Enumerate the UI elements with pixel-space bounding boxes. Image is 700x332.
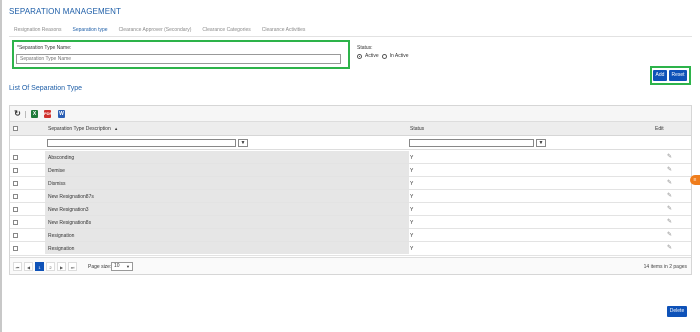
row-description: Resignation xyxy=(48,233,75,239)
grid-pager: ⏮ ◀ 1 2 ▶ ⏭ Page size: 10 ▼ 14 items in … xyxy=(10,257,691,274)
row-description: Demise xyxy=(48,168,65,174)
table-row[interactable]: Dismiss Y ✎ xyxy=(10,177,691,190)
status-active-radio[interactable] xyxy=(357,53,362,59)
separation-type-name-label: *Separation Type Name: xyxy=(17,45,72,51)
description-cell-bg xyxy=(45,177,409,189)
row-checkbox[interactable] xyxy=(13,155,18,160)
pdf-icon[interactable]: PDF xyxy=(44,110,52,118)
row-checkbox[interactable] xyxy=(13,220,18,225)
row-checkbox[interactable] xyxy=(13,246,18,251)
status-inactive-label: In Active xyxy=(389,53,409,59)
edit-icon[interactable]: ✎ xyxy=(667,232,674,238)
row-description: New Resignation87s xyxy=(48,194,94,200)
row-checkbox[interactable] xyxy=(13,207,18,212)
next-page-button[interactable]: ▶ xyxy=(57,262,66,271)
select-all-checkbox[interactable] xyxy=(13,126,18,131)
status-inactive-radio[interactable] xyxy=(381,53,387,59)
row-status: Y xyxy=(410,246,414,252)
description-cell-bg xyxy=(45,190,409,202)
column-header-description-label: Separation Type Description xyxy=(48,126,111,132)
page-button-2[interactable]: 2 xyxy=(46,262,55,271)
description-filter-input[interactable] xyxy=(47,139,236,147)
row-description: New Resignation3 xyxy=(48,207,89,213)
edit-icon[interactable]: ✎ xyxy=(667,206,674,212)
grid-toolbar: ↻ X PDF W xyxy=(10,106,691,122)
row-description: New Resignation8s xyxy=(48,220,92,226)
description-cell-bg xyxy=(45,242,409,254)
row-status: Y xyxy=(410,220,414,226)
description-filter-button[interactable]: ▼ xyxy=(238,139,248,147)
row-status: Y xyxy=(410,207,414,213)
column-header-edit: Edit xyxy=(655,126,664,132)
toolbar-divider xyxy=(25,111,26,118)
excel-icon[interactable]: X xyxy=(31,110,38,118)
row-description: Absconding xyxy=(48,155,75,161)
table-row[interactable]: New Resignation3 Y ✎ xyxy=(10,203,691,216)
description-cell-bg xyxy=(45,151,409,163)
row-status: Y xyxy=(410,233,414,239)
table-row[interactable]: Resignation Y ✎ xyxy=(10,229,691,242)
sort-asc-icon: ▲ xyxy=(114,126,119,131)
table-row[interactable]: New Resignation87s Y ✎ xyxy=(10,190,691,203)
status-label: Status: xyxy=(357,45,373,51)
row-checkbox[interactable] xyxy=(13,181,18,186)
prev-page-button[interactable]: ◀ xyxy=(24,262,33,271)
page-size-label: Page size: xyxy=(88,264,112,270)
row-description: Resignation xyxy=(48,246,75,252)
row-status: Y xyxy=(410,181,414,187)
refresh-icon[interactable]: ↻ xyxy=(14,110,21,118)
row-checkbox[interactable] xyxy=(13,168,18,173)
word-icon[interactable]: W xyxy=(58,110,65,118)
edit-icon[interactable]: ✎ xyxy=(667,154,674,160)
list-title: List Of Separation Type xyxy=(9,85,83,92)
row-checkbox[interactable] xyxy=(13,233,18,238)
status-radio-group: Active In Active xyxy=(357,53,409,59)
row-status: Y xyxy=(410,194,414,200)
first-page-button[interactable]: ⏮ xyxy=(13,262,22,271)
description-cell-bg xyxy=(45,164,409,176)
page-size-value: 10 xyxy=(114,263,120,269)
chat-icon[interactable]: ≡ xyxy=(690,175,700,185)
edit-icon[interactable]: ✎ xyxy=(667,245,674,251)
reset-button[interactable]: Reset xyxy=(669,70,687,81)
delete-button[interactable]: Delete xyxy=(667,306,687,317)
row-description: Dismiss xyxy=(48,181,66,187)
grid-filter-row: ▼ ▼ xyxy=(10,136,691,150)
edit-icon[interactable]: ✎ xyxy=(667,180,674,186)
edit-icon[interactable]: ✎ xyxy=(667,193,674,199)
edit-icon[interactable]: ✎ xyxy=(667,219,674,225)
row-status: Y xyxy=(410,155,414,161)
column-header-description[interactable]: Separation Type Description ▲ xyxy=(48,126,118,132)
status-active-label: Active xyxy=(365,53,379,59)
grid-header-row: Separation Type Description ▲ Status Edi… xyxy=(10,122,691,136)
table-row[interactable]: Demise Y ✎ xyxy=(10,164,691,177)
status-filter-button[interactable]: ▼ xyxy=(536,139,546,147)
description-cell-bg xyxy=(45,216,409,228)
page-button-1[interactable]: 1 xyxy=(35,262,44,271)
column-header-status[interactable]: Status xyxy=(410,126,424,132)
row-status: Y xyxy=(410,168,414,174)
separation-type-name-input[interactable] xyxy=(16,54,341,64)
table-row[interactable]: Resignation Y ✎ xyxy=(10,242,691,256)
items-info: 14 items in 2 pages xyxy=(643,264,687,270)
row-checkbox[interactable] xyxy=(13,194,18,199)
description-cell-bg xyxy=(45,203,409,215)
separation-type-grid: ↻ X PDF W Separation Type Description ▲ … xyxy=(9,105,692,275)
last-page-button[interactable]: ⏭ xyxy=(68,262,77,271)
table-row[interactable]: Absconding Y ✎ xyxy=(10,151,691,164)
add-button[interactable]: Add xyxy=(653,70,667,81)
page-title: SEPARATION MANAGEMENT xyxy=(9,7,122,16)
tabs-divider xyxy=(9,36,692,37)
description-cell-bg xyxy=(45,229,409,241)
page-size-select[interactable]: 10 ▼ xyxy=(111,262,133,271)
table-row[interactable]: New Resignation8s Y ✎ xyxy=(10,216,691,229)
status-filter-input[interactable] xyxy=(409,139,534,147)
edit-icon[interactable]: ✎ xyxy=(667,167,674,173)
chevron-down-icon: ▼ xyxy=(126,264,130,269)
